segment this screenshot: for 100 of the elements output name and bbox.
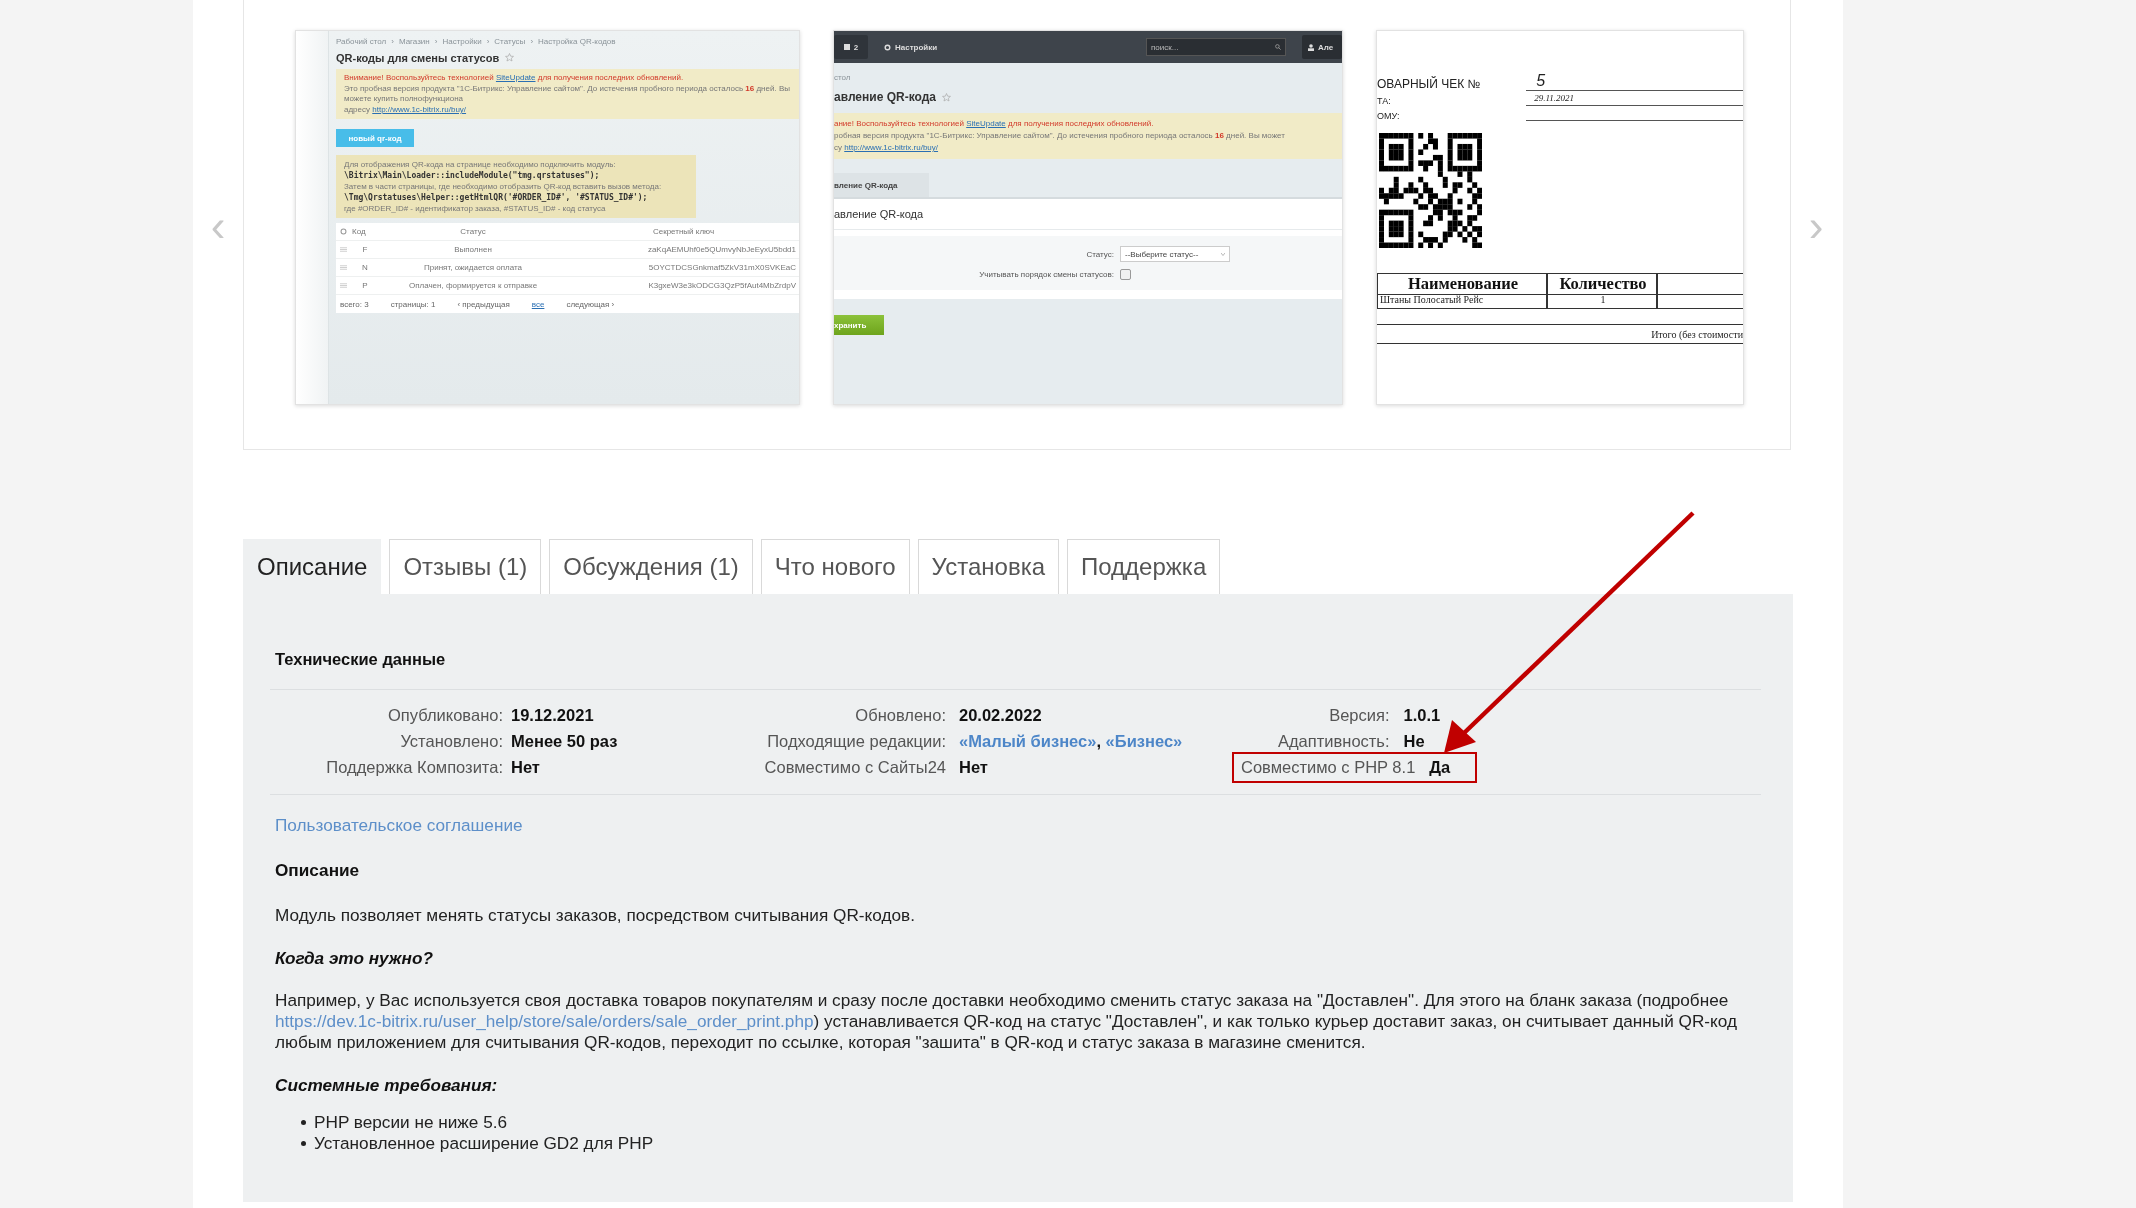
link[interactable]: SiteUpdate [966, 119, 1006, 128]
star-icon[interactable] [942, 92, 951, 102]
table-cell-text: F [361, 245, 369, 254]
pager-link[interactable]: следующая › [566, 299, 615, 309]
user-button[interactable]: Але [1302, 35, 1342, 59]
field-label: Обновлено: [854, 705, 946, 725]
notice-text: адресу http://www.1c-bitrix.ru/buy/ [344, 105, 468, 115]
search-icon [1275, 44, 1281, 50]
receipt-value: 29.11.2021 [1526, 93, 1743, 106]
page-title: авление QR-кода [834, 90, 936, 104]
table-cell-text: Принят, ожидается оплата [423, 263, 523, 272]
notice-text: су http://www.1c-bitrix.ru/buy/ [834, 143, 940, 153]
info-text: Для отображения QR-кода на странице необходимо подключить модуль: [344, 160, 617, 169]
table-cell-text: K3gxeW3e3kODCG3QzP5fAut4MbZrdpV [647, 281, 797, 290]
list-item: Установленное расширение GD2 для PHP [314, 1133, 654, 1154]
link[interactable]: https://dev.1c-bitrix.ru/user_help/store/sale/orders/sale_order_print.php [275, 1011, 814, 1031]
menu-icon[interactable] [340, 283, 347, 288]
tab[interactable]: Установка [917, 539, 1060, 594]
form-tab[interactable]: вление QR-кода [834, 173, 929, 197]
section-title: Технические данные [275, 649, 447, 669]
bullet-icon [301, 1120, 306, 1125]
save-button[interactable]: хранить [834, 315, 884, 335]
section-title: Описание [275, 860, 361, 880]
field-value: Нет [511, 757, 541, 777]
screenshot-thumbnail[interactable]: ОВАРНЫЙ ЧЕК № 5 ТА: 29.11.2021 ОМУ: Наименование Количество Штаны Полосатый Рейс 1 Итого (без стоимости [1376, 30, 1744, 405]
screenshot-thumbnail[interactable] [295, 30, 800, 405]
field-value: 19.12.2021 [511, 705, 595, 725]
status-select[interactable]: --Выберите статус-- [1120, 246, 1230, 262]
field-label: Учитывать порядок смены статусов: [978, 270, 1114, 279]
list-item: PHP версии не ниже 5.6 [314, 1112, 508, 1133]
caret-icon [1221, 252, 1225, 256]
table-cell-text: Выполнен [453, 245, 493, 254]
field-value: «Малый бизнес», «Бизнес» [959, 731, 1183, 751]
search-field[interactable]: поиск... [1146, 38, 1286, 56]
bullet-icon [301, 1141, 306, 1146]
user-icon [1308, 43, 1314, 51]
column-header[interactable]: Код [352, 227, 378, 236]
table-cell-text: 5OYCTDCSGnkmaf5ZkV31mX0SVKEaC [647, 263, 797, 272]
tab[interactable]: Поддержка [1067, 539, 1221, 594]
breadcrumb-link[interactable]: Рабочий стол [336, 37, 387, 47]
subheading: Когда это нужно? [275, 948, 434, 968]
pager-text: всего: 3 [340, 299, 369, 309]
column-header: Наименование [1377, 273, 1547, 295]
page-title: QR-коды для смены статусов [336, 51, 500, 64]
tab[interactable]: Описание [243, 539, 382, 594]
notification-icon [843, 43, 850, 51]
breadcrumb-link[interactable]: Статусы [494, 37, 526, 47]
column-header: Количество [1547, 273, 1657, 295]
breadcrumb-separator: › [391, 37, 394, 47]
link[interactable]: «Малый бизнес» [959, 731, 1097, 750]
agreement-link[interactable]: Пользовательское соглашение [275, 815, 523, 835]
star-icon[interactable] [505, 53, 515, 62]
link[interactable]: http://www.1c-bitrix.ru/buy/ [844, 143, 939, 152]
pager-link[interactable]: ‹ предыдущая [457, 299, 510, 309]
form-title: авление QR-кода [834, 199, 1342, 230]
total-label: Итого (без стоимости [1651, 328, 1743, 340]
settings-icon[interactable] [340, 228, 347, 235]
breadcrumb-link[interactable]: Настройка QR-кодов [538, 37, 616, 47]
link[interactable]: SiteUpdate [495, 73, 536, 82]
breadcrumb-separator: › [486, 37, 490, 47]
link[interactable]: http://www.1c-bitrix.ru/buy/ [372, 105, 467, 114]
subheading: Системные требования: [275, 1075, 499, 1095]
settings-link[interactable]: Настройки [884, 42, 938, 52]
column-header[interactable]: Статус [378, 227, 568, 236]
settings-icon [884, 43, 891, 51]
pager-text: страницы: 1 [390, 299, 436, 309]
breadcrumb-link[interactable]: стол [834, 73, 1342, 83]
receipt-title: ОВАРНЫЙ ЧЕК № [1377, 77, 1482, 91]
column-header[interactable]: Секретный ключ [568, 227, 799, 236]
field-value: Менее 50 раз [511, 731, 619, 751]
tab[interactable]: Отзывы (1) [389, 539, 542, 594]
field-value: 20.02.2022 [959, 705, 1043, 725]
code-line: \Bitrix\Main\Loader::includeModule("tmg.qrstatuses"); [344, 171, 601, 180]
breadcrumb-separator: › [434, 37, 438, 47]
link[interactable]: «Бизнес» [1105, 731, 1183, 750]
field-label: Совместимо с PHP 8.1 [1241, 757, 1416, 777]
breadcrumb-link[interactable]: Настройки [442, 37, 482, 47]
field-label: Статус: [1085, 249, 1114, 259]
paragraph: Например, у Вас используется своя доставка товаров покупателям и сразу после доставки необходимо сменить статус заказа на "Доставлен". Для этого на бланк заказа (подробнее https://dev.1c-bitrix.ru/user_help/store/sale/orders/sale_order_print.php) устанавливается QR-код на статус "Доставлен", и как только курьер доставит заказ, он считывает данный QR-код любым приложением для считывания QR-кодов, переходит по ссылке, которая "зашита" в QR-код и статус заказа в магазине сменится. [275, 990, 1738, 1053]
screenshot-thumbnail[interactable] [833, 30, 1343, 405]
field-label: Поддержка Композита: [325, 757, 503, 777]
field-value: Да [1429, 757, 1451, 777]
tab[interactable]: Что нового [760, 539, 910, 594]
receipt-label: ОМУ: [1377, 111, 1401, 121]
paragraph: Модуль позволяет менять статусы заказов, посредством считывания QR-кодов. [275, 905, 916, 926]
menu-icon[interactable] [340, 247, 347, 252]
field-value: Не [1403, 731, 1426, 751]
checkbox[interactable] [1120, 269, 1131, 280]
table-cell-text: P [361, 281, 369, 290]
breadcrumb-link[interactable]: Магазин [398, 37, 430, 47]
info-text: где #ORDER_ID# - идентификатор заказа, #STATUS_ID# - код статуса [344, 204, 607, 213]
breadcrumb-separator: › [530, 37, 534, 47]
notification-badge[interactable]: 2 [834, 35, 868, 59]
field-label: Версия: [1328, 705, 1390, 725]
tab[interactable]: Обсуждения (1) [549, 539, 753, 594]
table-cell-text: N [361, 263, 369, 272]
pager-link[interactable]: все [531, 299, 545, 309]
field-label: Адаптивность: [1277, 731, 1390, 751]
notice-text: робная версия продукта "1С-Битрикс: Управление сайтом". До истечения пробного периода осталось 16 дней. Вы может [834, 131, 1286, 141]
menu-icon[interactable] [340, 265, 347, 270]
